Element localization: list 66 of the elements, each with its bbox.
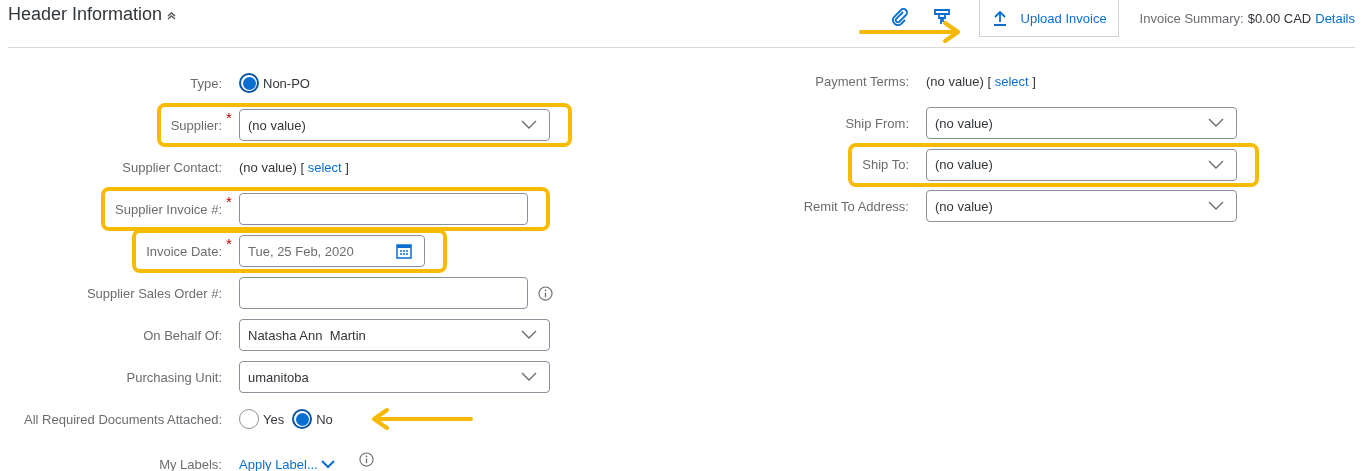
paperclip-icon[interactable] [890, 7, 909, 26]
field-label: Invoice Date: [146, 243, 222, 259]
section-title: Header Information [8, 4, 163, 25]
field-value: (no value) [248, 117, 306, 133]
dropdown-field[interactable]: (no value) [926, 190, 1237, 223]
required-mark: * [226, 193, 232, 210]
radio-button[interactable] [292, 409, 313, 429]
chevron-down-icon [1208, 159, 1224, 170]
chevron-down-icon [320, 459, 335, 469]
radio-option[interactable]: Yes [239, 409, 285, 429]
dropdown-field[interactable]: (no value) [239, 109, 550, 141]
field-label: Supplier Sales Order #: [86, 285, 222, 301]
dropdown-field[interactable]: (no value) [926, 107, 1237, 140]
radio-button[interactable] [239, 73, 259, 93]
radio-option[interactable]: Non-PO [239, 73, 310, 93]
field-label: All Required Documents Attached: [24, 411, 222, 427]
required-mark: * [226, 109, 232, 126]
chevron-down-icon [521, 120, 537, 130]
field-label: On Behalf Of: [143, 327, 222, 343]
chevron-down-icon [1208, 118, 1224, 129]
filter-icon[interactable] [932, 7, 951, 26]
info-icon[interactable] [359, 452, 374, 467]
field-label: Remit To Address: [803, 198, 909, 214]
field-label: Supplier Invoice #: [115, 201, 222, 217]
radio-label: Non-PO [263, 75, 310, 91]
collapse-icon[interactable] [167, 11, 177, 20]
apply-label-link[interactable]: Apply Label... [239, 456, 335, 471]
field-value: Natasha Ann Martin [248, 327, 366, 343]
field-value: (no value) [ select ] [239, 159, 349, 175]
radio-button[interactable] [239, 409, 259, 429]
input-field[interactable] [239, 277, 528, 309]
field-value: umanitoba [248, 369, 309, 385]
dropdown-field[interactable]: (no value) [926, 148, 1237, 181]
field-label: Ship To: [862, 157, 909, 173]
details-link[interactable]: Details [1315, 11, 1355, 26]
field-value: Tue, 25 Feb, 2020 [248, 243, 354, 259]
field-label: Supplier Contact: [122, 159, 222, 175]
calendar-icon[interactable] [396, 243, 412, 259]
upload-icon [991, 10, 1008, 26]
required-mark: * [226, 235, 232, 252]
field-value: (no value) [935, 115, 993, 131]
summary-label: Invoice Summary: [1139, 11, 1244, 26]
select-link[interactable]: select [994, 74, 1029, 90]
summary-amount: $0.00 CAD [1247, 11, 1312, 26]
select-link[interactable]: select [307, 159, 342, 175]
chevron-down-icon [1208, 201, 1224, 212]
field-label: My Labels: [159, 456, 222, 471]
radio-option[interactable]: No [292, 409, 333, 429]
field-label: Supplier: [170, 117, 222, 133]
chevron-down-icon [521, 372, 537, 382]
field-value: (no value) [935, 198, 993, 214]
dropdown-field[interactable]: umanitoba [239, 361, 550, 393]
radio-label: No [316, 411, 333, 427]
upload-invoice-button[interactable]: Upload Invoice [978, 0, 1119, 37]
field-label: Purchasing Unit: [126, 369, 222, 385]
dropdown-field[interactable]: Natasha Ann Martin [239, 319, 550, 351]
input-field[interactable] [239, 193, 528, 225]
field-value: (no value) [ select ] [926, 74, 1036, 90]
field-label: Payment Terms: [815, 74, 909, 90]
info-icon[interactable] [538, 285, 553, 301]
field-label: Ship From: [845, 115, 909, 131]
date-field[interactable]: Tue, 25 Feb, 2020 [239, 235, 425, 267]
chevron-down-icon [521, 330, 537, 340]
radio-label: Yes [263, 411, 285, 427]
field-label: Type: [190, 75, 222, 91]
field-value: (no value) [935, 157, 993, 173]
